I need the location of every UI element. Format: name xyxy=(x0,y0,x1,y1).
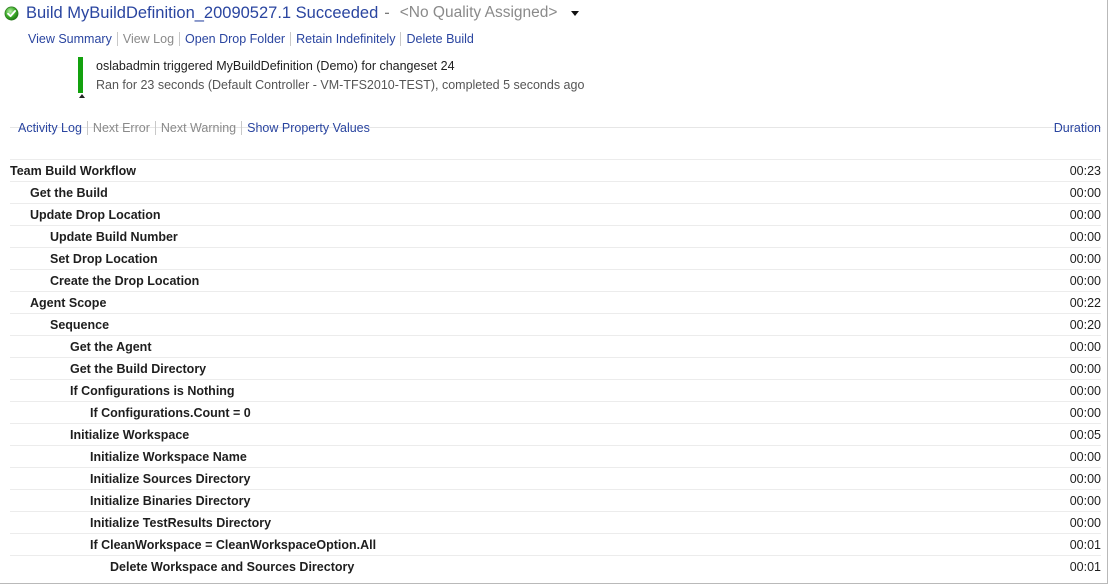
activity-name: Create the Drop Location xyxy=(50,274,200,288)
activity-name: Initialize Sources Directory xyxy=(90,472,251,486)
build-title: Build MyBuildDefinition_20090527.1 Succe… xyxy=(26,3,379,22)
activity-row[interactable]: Team Build Workflow 00:23 xyxy=(10,159,1101,181)
activity-name: Set Drop Location xyxy=(50,252,158,266)
activity-duration: 00:00 xyxy=(1069,450,1101,464)
next-error-link: Next Error xyxy=(86,121,155,135)
status-bar-marker-icon xyxy=(79,94,85,98)
activity-row[interactable]: Set Drop Location 00:00 xyxy=(10,247,1101,269)
build-run-info: Ran for 23 seconds (Default Controller -… xyxy=(96,78,585,92)
activity-duration: 00:01 xyxy=(1069,538,1101,552)
activity-name: If Configurations is Nothing xyxy=(70,384,235,398)
activity-row[interactable]: Update Build Number 00:00 xyxy=(10,225,1101,247)
activity-duration: 00:00 xyxy=(1069,340,1101,354)
build-action-links: View Summary View Log Open Drop Folder R… xyxy=(28,32,479,46)
activity-name: Sequence xyxy=(50,318,110,332)
build-trigger-info: oslabadmin triggered MyBuildDefinition (… xyxy=(96,59,455,73)
activity-duration: 00:22 xyxy=(1069,296,1101,310)
build-details-page: Build MyBuildDefinition_20090527.1 Succe… xyxy=(0,0,1108,584)
activity-name: Get the Build xyxy=(30,186,108,200)
activity-row[interactable]: Sequence 00:20 xyxy=(10,313,1101,335)
activity-duration: 00:23 xyxy=(1069,164,1101,178)
activity-row[interactable]: Initialize Workspace 00:05 xyxy=(10,423,1101,445)
activity-name: Initialize Workspace Name xyxy=(90,450,247,464)
activity-row[interactable]: Get the Build 00:00 xyxy=(10,181,1101,203)
activity-duration: 00:00 xyxy=(1069,406,1101,420)
activity-duration: 00:00 xyxy=(1069,472,1101,486)
show-property-values-link[interactable]: Show Property Values xyxy=(241,121,375,135)
activity-row[interactable]: Initialize TestResults Directory 00:00 xyxy=(10,511,1101,533)
view-summary-link[interactable]: View Summary xyxy=(28,32,117,46)
activity-tree: Team Build Workflow 00:23 Get the Build 00:… xyxy=(10,159,1101,577)
activity-name: If Configurations.Count = 0 xyxy=(90,406,251,420)
activity-row[interactable]: Initialize Binaries Directory 00:00 xyxy=(10,489,1101,511)
build-title-row: Build MyBuildDefinition_20090527.1 Succe… xyxy=(4,2,580,24)
activity-name: Get the Agent xyxy=(70,340,152,354)
delete-build-link[interactable]: Delete Build xyxy=(400,32,478,46)
activity-row[interactable]: If Configurations is Nothing 00:00 xyxy=(10,379,1101,401)
activity-log-link[interactable]: Activity Log xyxy=(18,121,87,135)
activity-duration: 00:00 xyxy=(1069,516,1101,530)
next-warning-link: Next Warning xyxy=(154,121,241,135)
activity-row[interactable]: Update Drop Location 00:00 xyxy=(10,203,1101,225)
duration-column-header[interactable]: Duration xyxy=(1054,121,1101,135)
activity-row[interactable]: Agent Scope 00:22 xyxy=(10,291,1101,313)
activity-name: Get the Build Directory xyxy=(70,362,207,376)
activity-row[interactable]: Initialize Workspace Name 00:00 xyxy=(10,445,1101,467)
log-toolbar: Activity Log Next Error Next Warning Sho… xyxy=(18,121,375,135)
build-quality[interactable]: <No Quality Assigned> xyxy=(400,4,558,22)
activity-duration: 00:01 xyxy=(1069,560,1101,574)
activity-row[interactable]: If CleanWorkspace = CleanWorkspaceOption… xyxy=(10,533,1101,555)
activity-row[interactable]: Delete Workspace and Sources Directory 00… xyxy=(10,555,1101,577)
activity-name: Update Build Number xyxy=(50,230,178,244)
activity-name: Update Drop Location xyxy=(30,208,161,222)
activity-row[interactable]: Initialize Sources Directory 00:00 xyxy=(10,467,1101,489)
activity-duration: 00:00 xyxy=(1069,186,1101,200)
activity-row[interactable]: Get the Agent 00:00 xyxy=(10,335,1101,357)
activity-row[interactable]: Get the Build Directory 00:00 xyxy=(10,357,1101,379)
activity-name: If CleanWorkspace = CleanWorkspaceOption… xyxy=(90,538,377,552)
quality-dropdown-icon[interactable] xyxy=(571,10,580,16)
retain-indefinitely-link[interactable]: Retain Indefinitely xyxy=(290,32,400,46)
activity-duration: 00:00 xyxy=(1069,362,1101,376)
activity-name: Team Build Workflow xyxy=(10,164,136,178)
activity-name: Delete Workspace and Sources Directory xyxy=(110,560,355,574)
activity-duration: 00:00 xyxy=(1069,230,1101,244)
activity-duration: 00:20 xyxy=(1069,318,1101,332)
view-log-link: View Log xyxy=(116,32,179,46)
activity-row[interactable]: If Configurations.Count = 0 00:00 xyxy=(10,401,1101,423)
success-check-icon xyxy=(4,6,19,20)
title-separator: - xyxy=(384,3,390,22)
activity-name: Initialize Workspace xyxy=(70,428,190,442)
activity-name: Agent Scope xyxy=(30,296,107,310)
activity-duration: 00:00 xyxy=(1069,384,1101,398)
activity-row[interactable]: Create the Drop Location 00:00 xyxy=(10,269,1101,291)
build-status-bar xyxy=(78,57,83,93)
activity-duration: 00:00 xyxy=(1069,494,1101,508)
activity-duration: 00:05 xyxy=(1069,428,1101,442)
activity-name: Initialize TestResults Directory xyxy=(90,516,272,530)
activity-duration: 00:00 xyxy=(1069,208,1101,222)
activity-name: Initialize Binaries Directory xyxy=(90,494,251,508)
activity-duration: 00:00 xyxy=(1069,252,1101,266)
activity-duration: 00:00 xyxy=(1069,274,1101,288)
open-drop-folder-link[interactable]: Open Drop Folder xyxy=(179,32,290,46)
